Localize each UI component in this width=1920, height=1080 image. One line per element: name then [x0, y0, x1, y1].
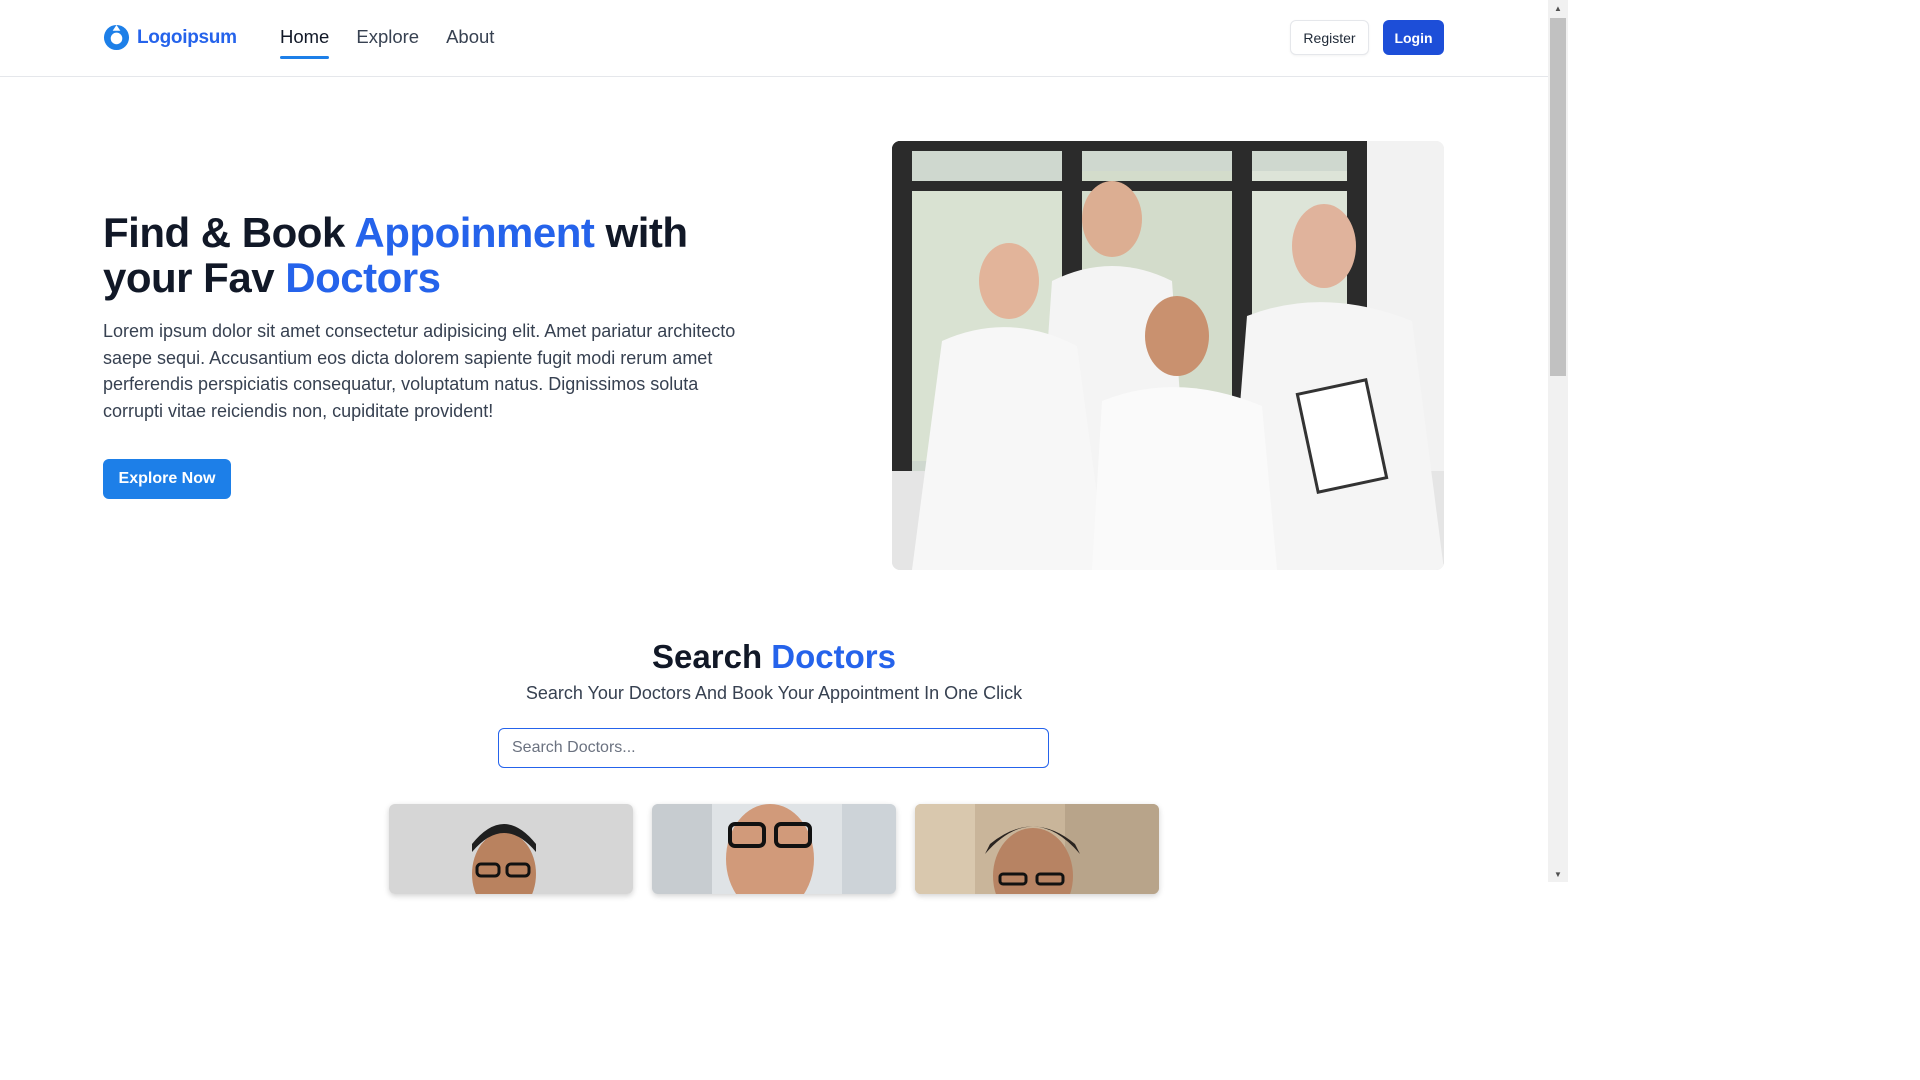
hero-title-accent2: Doctors — [285, 254, 441, 301]
hero-title-accent1: Appoinment — [354, 209, 595, 256]
vertical-scrollbar[interactable]: ▲ ▼ — [1548, 0, 1568, 882]
doctor-photo — [652, 804, 896, 894]
doctors-team-photo — [892, 141, 1444, 570]
nav-link-explore[interactable]: Explore — [356, 26, 419, 54]
search-title-part1: Search — [652, 638, 772, 675]
main-nav: Home Explore About — [280, 26, 494, 59]
explore-now-button[interactable]: Explore Now — [103, 459, 231, 499]
search-doctors-input[interactable] — [498, 728, 1049, 768]
hero-description: Lorem ipsum dolor sit amet consectetur a… — [103, 321, 736, 422]
search-section-title: Search Doctors — [0, 638, 1548, 676]
register-button[interactable]: Register — [1290, 20, 1369, 55]
doctor-card[interactable] — [915, 804, 1159, 894]
search-title-accent: Doctors — [771, 638, 896, 675]
login-button[interactable]: Login — [1383, 20, 1444, 55]
doctor-card[interactable] — [389, 804, 633, 894]
brand-name: Logoipsum — [137, 26, 237, 48]
navbar: Logoipsum Home Explore About Register Lo… — [0, 0, 1548, 77]
doctors-photo-illustration — [892, 141, 1444, 570]
scroll-down-arrow-icon[interactable]: ▼ — [1548, 866, 1568, 882]
hero-title-part1: Find & Book — [103, 209, 355, 256]
doctor-photo — [389, 804, 633, 894]
nav-link-home[interactable]: Home — [280, 26, 330, 59]
doctor-card[interactable] — [652, 804, 896, 894]
scroll-up-arrow-icon[interactable]: ▲ — [1548, 0, 1568, 16]
nav-link-about[interactable]: About — [446, 26, 494, 54]
scrollbar-thumb[interactable] — [1550, 18, 1566, 376]
doctor-photo — [915, 804, 1159, 894]
brand-logo[interactable]: Logoipsum — [103, 24, 237, 51]
search-section-subtitle: Search Your Doctors And Book Your Appoin… — [525, 683, 1023, 703]
logo-icon — [103, 24, 130, 51]
hero-title: Find & Book Appoinment with your Fav Doc… — [103, 210, 763, 300]
